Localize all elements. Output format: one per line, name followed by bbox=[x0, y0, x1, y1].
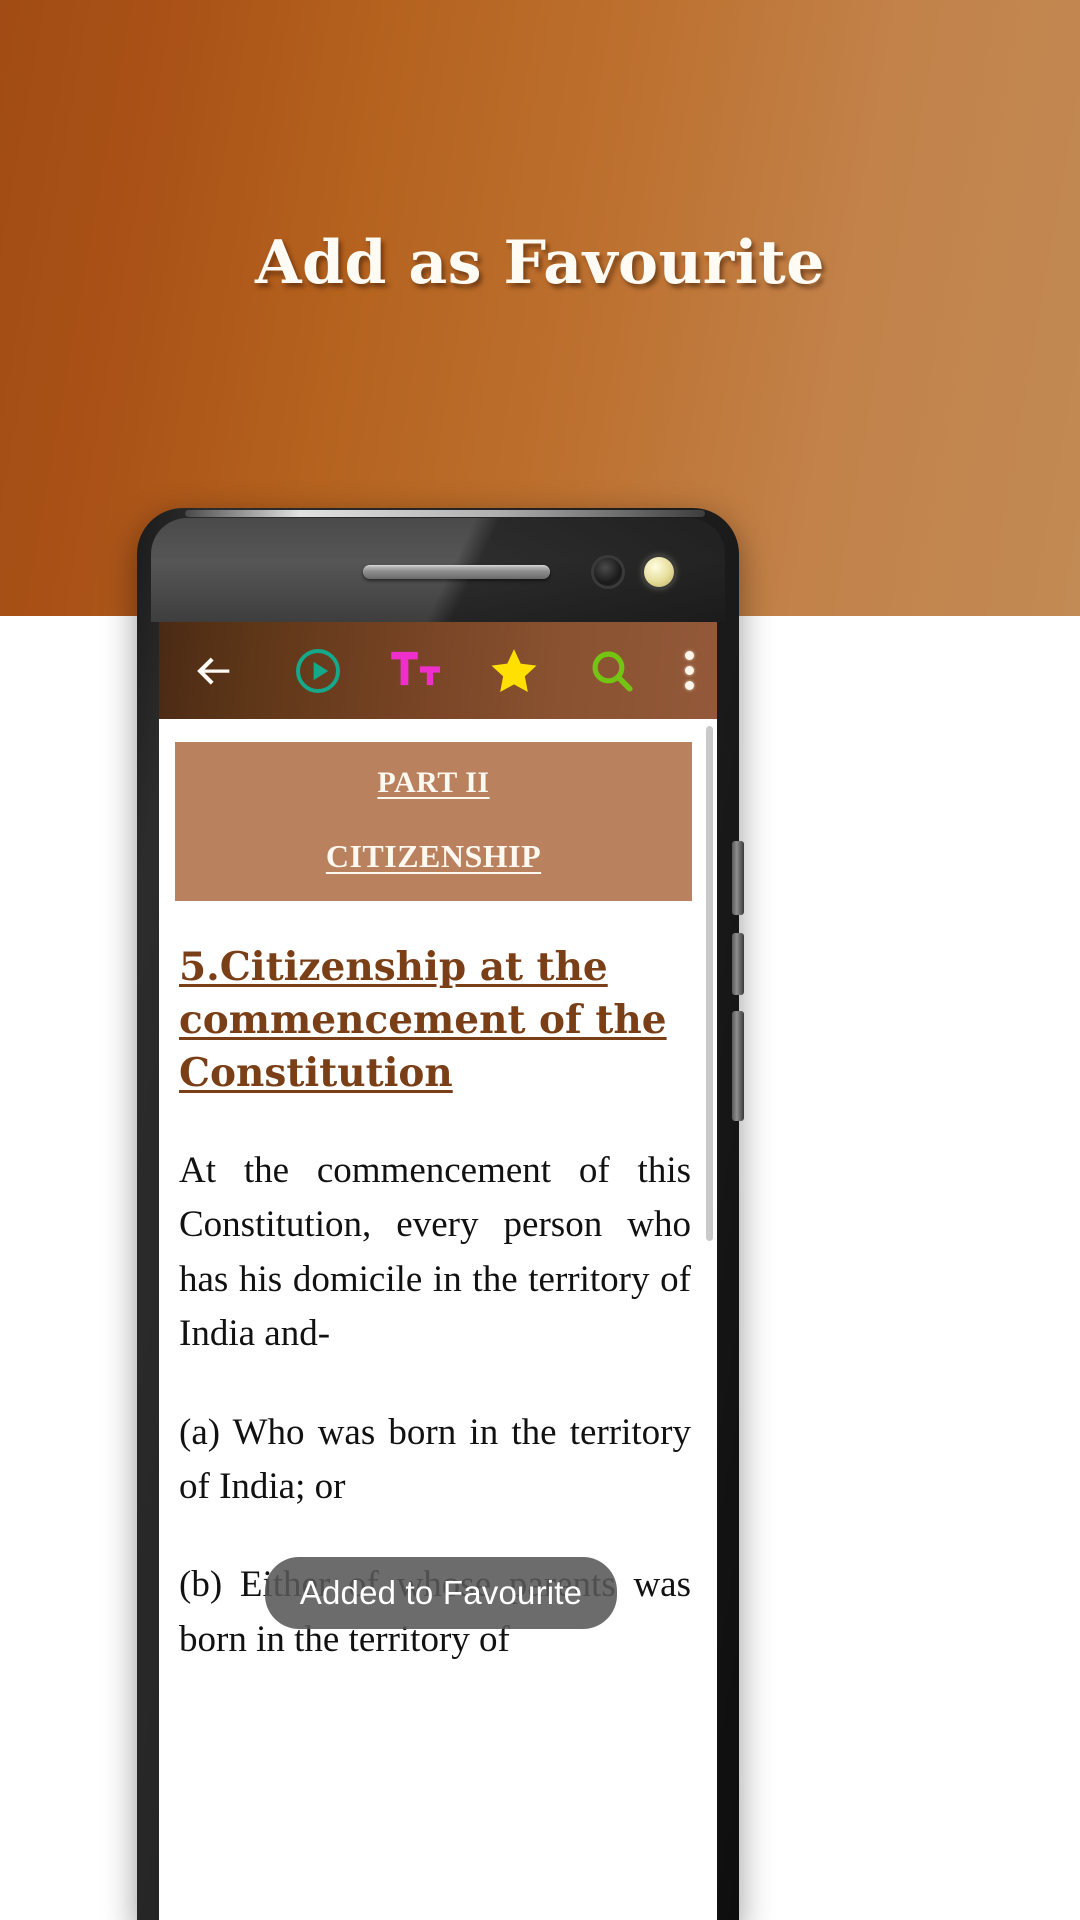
phone-side-button-volume-down[interactable] bbox=[732, 1011, 744, 1121]
promo-banner-title: Add as Favourite bbox=[255, 228, 825, 298]
part-number-label: PART II bbox=[377, 766, 490, 799]
body-paragraph: (a) Who was born in the territory of Ind… bbox=[179, 1411, 691, 1507]
search-button[interactable] bbox=[563, 622, 661, 719]
back-button[interactable] bbox=[159, 622, 269, 719]
part-title-label: CITIZENSHIP bbox=[325, 838, 542, 874]
toast-message: Added to Favourite bbox=[265, 1557, 617, 1629]
front-camera-icon bbox=[594, 558, 622, 586]
phone-top-bezel bbox=[151, 518, 725, 622]
body-paragraph: At the commencement of this Constitution… bbox=[179, 1150, 691, 1355]
play-circle-icon bbox=[296, 648, 340, 693]
more-vertical-icon bbox=[684, 651, 694, 690]
play-audio-button[interactable] bbox=[269, 622, 367, 719]
overflow-menu-button[interactable] bbox=[661, 622, 717, 719]
content-scrollbar-thumb[interactable] bbox=[706, 726, 713, 1241]
text-size-icon bbox=[391, 651, 441, 685]
phone-screen: PART II CITIZENSHIP 5.Citizenship at the… bbox=[159, 622, 717, 1920]
phone-side-button-volume-up[interactable] bbox=[732, 933, 744, 995]
phone-mockup: PART II CITIZENSHIP 5.Citizenship at the… bbox=[137, 508, 744, 1920]
phone-top-chrome-strip bbox=[185, 510, 705, 517]
phone-side-button-power[interactable] bbox=[732, 841, 744, 915]
proximity-sensor-icon bbox=[644, 557, 674, 587]
star-icon bbox=[491, 648, 537, 692]
text-size-button[interactable] bbox=[367, 622, 465, 719]
favourite-button[interactable] bbox=[465, 622, 563, 719]
search-icon bbox=[592, 651, 633, 692]
section-heading[interactable]: 5.Citizenship at the commencement of the… bbox=[179, 941, 691, 1100]
part-banner: PART II CITIZENSHIP bbox=[175, 742, 692, 901]
app-toolbar bbox=[159, 622, 717, 719]
back-arrow-icon bbox=[197, 657, 230, 685]
earpiece-speaker-icon bbox=[363, 565, 550, 579]
document-content[interactable]: PART II CITIZENSHIP 5.Citizenship at the… bbox=[159, 719, 717, 1920]
